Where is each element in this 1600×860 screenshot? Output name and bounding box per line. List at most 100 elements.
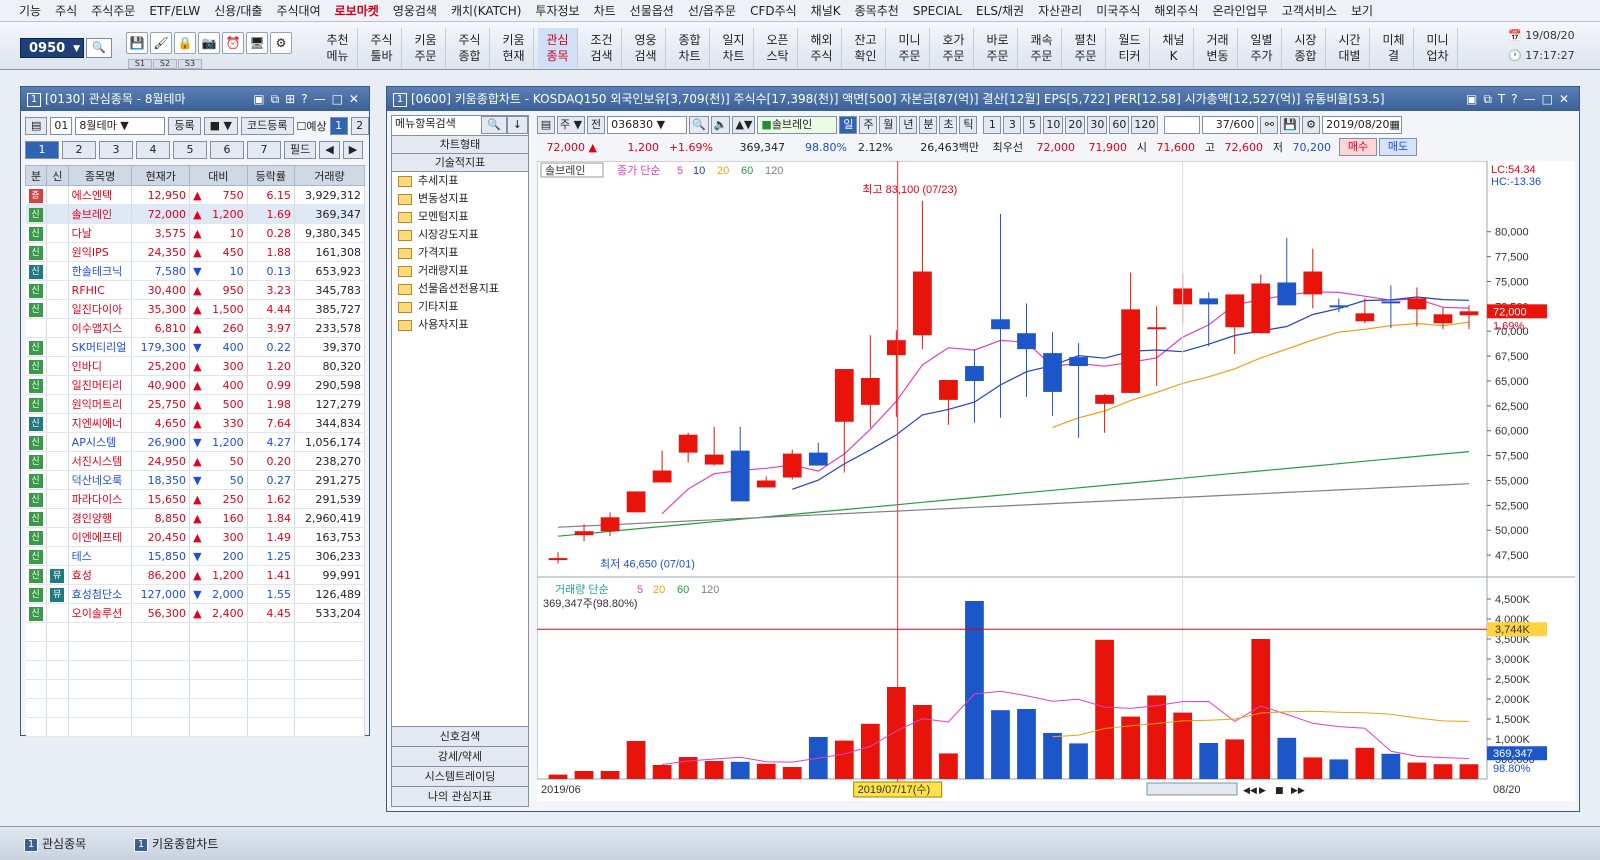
- code-register-button[interactable]: 코드등록: [241, 117, 294, 135]
- menu-item[interactable]: 투자정보: [528, 2, 586, 19]
- window-controls[interactable]: ▣⧉⊞?—□✕: [253, 87, 365, 111]
- table-row[interactable]: [25, 622, 366, 642]
- period-button[interactable]: 년: [899, 116, 918, 134]
- lock-icon[interactable]: 🔒: [174, 32, 196, 54]
- table-row[interactable]: 신 뮤 효성 86,200 ▲ 1,200 1.41 99,991: [25, 565, 366, 585]
- indicator-folder[interactable]: 거래량지표: [392, 262, 528, 280]
- period-button[interactable]: 일: [839, 116, 858, 134]
- menu-item[interactable]: 자산관리: [1031, 2, 1089, 19]
- table-row[interactable]: 신 이엔에프테 20,450 ▲ 300 1.49 163,753: [25, 527, 366, 547]
- chevron-right-icon[interactable]: ▶: [342, 141, 364, 159]
- menu-item[interactable]: 미국주식: [1089, 2, 1147, 19]
- search-icon[interactable]: 🔍: [86, 38, 112, 58]
- menu-icon[interactable]: ▤: [537, 116, 555, 134]
- toolbar-button[interactable]: 영웅 검색: [626, 28, 666, 68]
- toolbar-button[interactable]: 호가 주문: [934, 28, 974, 68]
- table-row[interactable]: 신 파라다이스 15,650 ▲ 250 1.62 291,539: [25, 489, 366, 509]
- indicator-folder[interactable]: 시장강도지표: [392, 226, 528, 244]
- indicator-folder[interactable]: 기타지표: [392, 298, 528, 316]
- table-row[interactable]: [25, 660, 366, 680]
- watch-tab[interactable]: 4: [136, 141, 170, 159]
- menu-item[interactable]: ELS/채권: [969, 2, 1031, 19]
- menu-item[interactable]: 주식: [48, 2, 84, 19]
- indicator-bottom-button[interactable]: 나의 관심지표: [392, 786, 528, 806]
- table-row[interactable]: 신 지엔씨에너 4,650 ▲ 330 7.64 344,834: [25, 413, 366, 433]
- toolbar-button[interactable]: 키움 주문: [406, 28, 446, 68]
- table-row[interactable]: 증 에스엔텍 12,950 ▲ 750 6.15 3,929,312: [25, 185, 366, 205]
- table-row[interactable]: [25, 717, 366, 737]
- volume-icon[interactable]: 🔈: [710, 116, 731, 134]
- menu-item[interactable]: 채널K: [804, 2, 848, 19]
- table-row[interactable]: 신 서진시스템 24,950 ▲ 50 0.20 238,270: [25, 451, 366, 471]
- sell-button[interactable]: 매도: [1379, 138, 1417, 156]
- field-button[interactable]: 필드: [284, 141, 317, 159]
- menu-item[interactable]: ETF/ELW: [142, 4, 207, 18]
- monitor-icon[interactable]: 🖥: [246, 32, 268, 54]
- indicator-folder[interactable]: 가격지표: [392, 244, 528, 262]
- toolbar-button[interactable]: 시장 종합: [1286, 28, 1326, 68]
- page-2-button[interactable]: 2: [350, 117, 369, 135]
- minute-button[interactable]: 10: [1043, 116, 1064, 134]
- watchlist-titlebar[interactable]: 1 [0130] 관심종목 - 8월테마 ▣⧉⊞?—□✕: [21, 87, 369, 111]
- page-1-button[interactable]: 1: [329, 117, 348, 135]
- table-row[interactable]: 신 덕산네오룩 18,350 ▼ 50 0.27 291,275: [25, 470, 366, 490]
- toolbar-button[interactable]: 추천 메뉴: [318, 28, 358, 68]
- indicator-folder[interactable]: 모멘텀지표: [392, 208, 528, 226]
- menu-item[interactable]: 기능: [12, 2, 48, 19]
- watch-tab[interactable]: 1: [25, 141, 59, 159]
- clock-icon[interactable]: ⏰: [222, 32, 244, 54]
- screen-slot-1[interactable]: S1: [128, 59, 152, 69]
- table-row[interactable]: 신 원익머트리 25,750 ▲ 500 1.98 127,279: [25, 394, 366, 414]
- period-button[interactable]: 초: [939, 116, 958, 134]
- menu-item[interactable]: CFD주식: [743, 2, 804, 19]
- toolbar-button[interactable]: 종합 차트: [670, 28, 710, 68]
- column-header[interactable]: 신: [46, 165, 69, 186]
- menu-item[interactable]: 영웅검색: [386, 2, 444, 19]
- menu-item[interactable]: 보기: [1344, 2, 1380, 19]
- gear-icon[interactable]: ⚙: [270, 32, 292, 54]
- period-button[interactable]: 분: [919, 116, 938, 134]
- table-row[interactable]: 신 테스 15,850 ▼ 200 1.25 306,233: [25, 546, 366, 566]
- menu-item[interactable]: 온라인업무: [1206, 2, 1275, 19]
- camera-icon[interactable]: 📷: [198, 32, 220, 54]
- column-header[interactable]: 거래량: [293, 165, 366, 186]
- column-header[interactable]: 분: [24, 165, 48, 186]
- stock-type-select[interactable]: 주 ▼: [557, 116, 586, 134]
- watch-tab[interactable]: 6: [210, 141, 244, 159]
- indicator-bottom-button[interactable]: 강세/약세: [392, 746, 528, 766]
- column-header[interactable]: 종목명: [67, 165, 133, 186]
- link-icon[interactable]: ⚯: [1260, 116, 1279, 134]
- watch-tab[interactable]: 2: [62, 141, 96, 159]
- indicator-bottom-button[interactable]: 신호검색: [392, 726, 528, 746]
- table-row[interactable]: 신 오이솔루션 56,300 ▲ 2,400 4.45 533,204: [25, 603, 366, 623]
- toolbar-button[interactable]: 일별 주가: [1242, 28, 1282, 68]
- table-row[interactable]: 신 경인양행 8,850 ▲ 160 1.84 2,960,419: [25, 508, 366, 528]
- window-controls[interactable]: ▣⧉T?—□✕: [1466, 87, 1575, 111]
- period-button[interactable]: 주: [859, 116, 878, 134]
- table-row[interactable]: 신 원익IPS 24,350 ▲ 450 1.88 161,308: [25, 242, 366, 262]
- minute-button[interactable]: 3: [1003, 116, 1022, 134]
- minute-button[interactable]: 60: [1109, 116, 1130, 134]
- register-button[interactable]: 등록: [168, 117, 201, 135]
- table-row[interactable]: 신 RFHIC 30,400 ▲ 950 3.23 345,783: [25, 280, 366, 300]
- minute-button[interactable]: 1: [983, 116, 1002, 134]
- minute-button[interactable]: 120: [1131, 116, 1159, 134]
- indicator-folder[interactable]: 변동성지표: [392, 190, 528, 208]
- table-row[interactable]: 신 솔브레인 72,000 ▲ 1,200 1.69 369,347: [25, 204, 366, 224]
- menu-item[interactable]: 로보마켓: [328, 2, 386, 19]
- minute-button[interactable]: 20: [1065, 116, 1086, 134]
- options-dropdown[interactable]: ■ ▼: [203, 117, 239, 135]
- screen-code-box[interactable]: 0950 ▼: [20, 38, 84, 58]
- toolbar-button[interactable]: 미니 업차: [1418, 28, 1458, 68]
- task-chart[interactable]: 1 키움종합차트: [130, 833, 250, 855]
- menu-item[interactable]: 신용/대출: [207, 2, 269, 19]
- toolbar-button[interactable]: 일지 차트: [714, 28, 754, 68]
- column-header[interactable]: 대비: [189, 165, 248, 186]
- menu-search-input[interactable]: 메뉴항목검색: [392, 116, 482, 134]
- toolbar-button[interactable]: 해외 주식: [802, 28, 842, 68]
- table-row[interactable]: 신 인바디 25,200 ▲ 300 1.20 80,320: [25, 356, 366, 376]
- toolbar-button[interactable]: 주식 종합: [450, 28, 490, 68]
- chart-canvas[interactable]: 47,500 50,000 52,500 55,000 57,500 60,000 62,5…: [537, 161, 1575, 801]
- menu-item[interactable]: 캐치(KATCH): [444, 2, 528, 19]
- date-field[interactable]: 2019/08/20▦: [1322, 116, 1403, 134]
